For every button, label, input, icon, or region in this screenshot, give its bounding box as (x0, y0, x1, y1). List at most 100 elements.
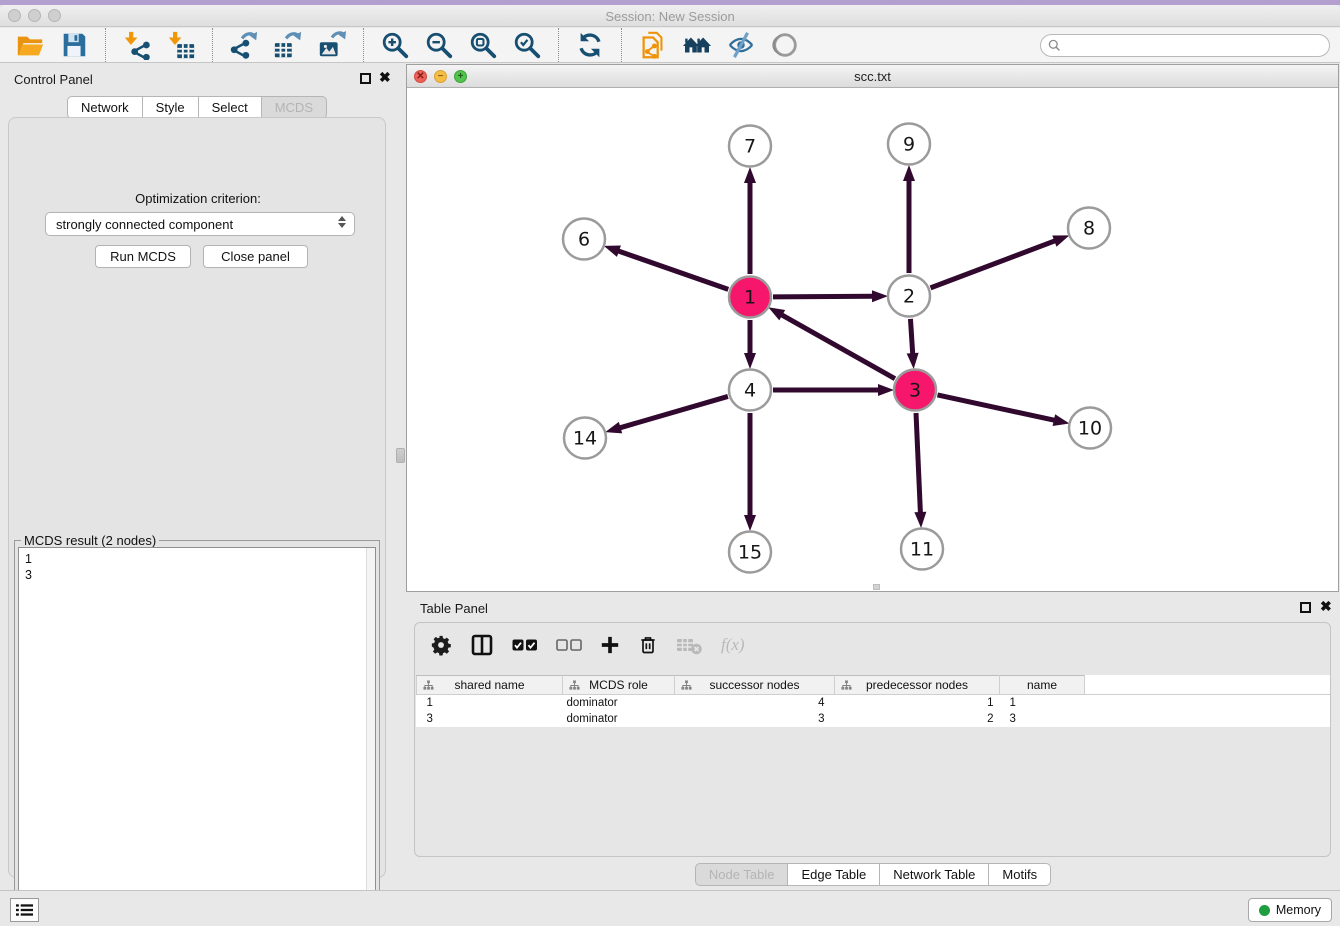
graph-node-6[interactable]: 6 (563, 219, 605, 260)
network-file-icon[interactable] (638, 30, 668, 60)
splitter-grip[interactable] (396, 448, 405, 463)
graph-edge-3-11[interactable] (916, 413, 920, 513)
svg-text:6: 6 (578, 229, 590, 251)
graph-node-10[interactable]: 10 (1069, 408, 1111, 449)
toolbar-separator (105, 28, 106, 62)
graph-node-14[interactable]: 14 (564, 418, 606, 459)
graph-node-11[interactable]: 11 (901, 529, 943, 570)
run-mcds-button[interactable]: Run MCDS (95, 245, 191, 268)
gear-icon[interactable] (430, 634, 452, 656)
svg-text:4: 4 (744, 380, 756, 402)
status-bar: Memory (0, 890, 1340, 926)
graph-edge-2-3[interactable] (910, 319, 912, 354)
close-panel-icon[interactable]: ✖ (379, 70, 391, 84)
graph-edge-1-6[interactable] (618, 251, 728, 290)
table-panel: Table Panel ✖ f(x) shared name MCDS role… (406, 597, 1340, 890)
open-folder-icon[interactable] (15, 30, 45, 60)
deselect-all-icon[interactable] (556, 638, 582, 652)
zoom-in-icon[interactable] (380, 30, 410, 60)
table-row[interactable]: 1 dominator 4 1 1 (417, 695, 1331, 711)
function-builder-icon: f(x) (721, 635, 745, 655)
list-icon (16, 903, 33, 917)
network-window: ✕ − + scc.txt 7 9 6 8 1 2 4 3 14 10 15 11 (406, 64, 1339, 592)
task-history-button[interactable] (10, 898, 39, 922)
window-title: Session: New Session (0, 9, 1340, 24)
mcds-result-text[interactable]: 1 3 (18, 547, 376, 916)
close-panel-icon[interactable]: ✖ (1320, 599, 1332, 613)
network-canvas[interactable]: 7 9 6 8 1 2 4 3 14 10 15 11 (407, 88, 1338, 591)
graph-node-8[interactable]: 8 (1068, 208, 1110, 249)
tab-network[interactable]: Network (67, 96, 143, 119)
canvas-resize-handle[interactable] (873, 584, 880, 590)
search-field[interactable] (1040, 34, 1330, 57)
chevron-up-down-icon (338, 216, 346, 228)
save-icon[interactable] (59, 30, 89, 60)
memory-status-icon (1259, 905, 1270, 916)
svg-text:15: 15 (738, 542, 762, 564)
svg-text:8: 8 (1083, 218, 1095, 240)
table-toolbar: f(x) (421, 629, 745, 661)
toolbar-separator (363, 28, 364, 62)
column-type-icon (423, 680, 434, 694)
tab-select[interactable]: Select (199, 96, 262, 119)
search-icon (1048, 39, 1061, 52)
graph-node-15[interactable]: 15 (729, 532, 771, 573)
network-graph[interactable]: 7 9 6 8 1 2 4 3 14 10 15 11 (407, 88, 1338, 591)
graph-edge-2-8[interactable] (931, 241, 1056, 288)
export-network-icon[interactable] (229, 30, 259, 60)
import-table-icon[interactable] (166, 30, 196, 60)
add-column-icon[interactable] (600, 635, 620, 655)
graph-node-4[interactable]: 4 (729, 370, 771, 411)
hide-graphics-icon[interactable] (726, 30, 756, 60)
tab-edge-table[interactable]: Edge Table (788, 863, 880, 886)
graph-edge-4-14[interactable] (620, 396, 728, 428)
graph-edge-3-1[interactable] (781, 315, 895, 379)
svg-text:10: 10 (1078, 418, 1102, 440)
svg-text:1: 1 (744, 287, 756, 309)
column-header[interactable]: shared name (417, 676, 563, 695)
tab-node-table[interactable]: Node Table (695, 863, 789, 886)
graph-node-3[interactable]: 3 (894, 370, 936, 411)
result-scrollbar[interactable] (366, 548, 375, 915)
graph-node-9[interactable]: 9 (888, 124, 930, 165)
select-all-icon[interactable] (512, 638, 538, 652)
search-input[interactable] (1065, 39, 1329, 53)
split-view-icon[interactable] (470, 633, 494, 657)
table-tabs: Node Table Edge Table Network Table Moti… (406, 863, 1340, 886)
result-item: 3 (25, 567, 375, 583)
refresh-layout-icon[interactable] (575, 30, 605, 60)
import-network-icon[interactable] (122, 30, 152, 60)
zoom-fit-icon[interactable] (468, 30, 498, 60)
memory-button[interactable]: Memory (1248, 898, 1332, 922)
close-panel-button[interactable]: Close panel (203, 245, 308, 268)
graph-edge-1-2[interactable] (773, 296, 873, 297)
export-table-icon[interactable] (273, 30, 303, 60)
tab-network-table[interactable]: Network Table (880, 863, 989, 886)
graph-node-2[interactable]: 2 (888, 276, 930, 317)
tab-mcds[interactable]: MCDS (262, 96, 327, 119)
graph-edge-3-10[interactable] (937, 395, 1054, 420)
houses-icon[interactable] (682, 30, 712, 60)
zoom-selected-icon[interactable] (512, 30, 542, 60)
toolbar-separator (621, 28, 622, 62)
network-window-titlebar[interactable]: ✕ − + scc.txt (407, 65, 1338, 88)
zoom-out-icon[interactable] (424, 30, 454, 60)
level-of-detail-icon[interactable] (770, 30, 800, 60)
column-header[interactable]: name (1000, 676, 1085, 695)
node-table[interactable]: shared name MCDS role successor nodes pr… (416, 675, 1331, 727)
tab-style[interactable]: Style (143, 96, 199, 119)
float-panel-icon[interactable] (1300, 602, 1311, 613)
graph-node-1[interactable]: 1 (729, 277, 771, 318)
graph-node-7[interactable]: 7 (729, 126, 771, 167)
export-image-icon[interactable] (317, 30, 347, 60)
delete-column-icon[interactable] (638, 634, 658, 656)
column-header[interactable]: predecessor nodes (835, 676, 1000, 695)
column-header[interactable]: successor nodes (675, 676, 835, 695)
control-panel-tabs: Network Style Select MCDS (0, 96, 394, 119)
column-header[interactable]: MCDS role (563, 676, 675, 695)
criterion-select[interactable]: strongly connected component (45, 212, 355, 236)
table-row[interactable]: 3 dominator 3 2 3 (417, 711, 1331, 727)
float-panel-icon[interactable] (360, 73, 371, 84)
tab-motifs[interactable]: Motifs (989, 863, 1051, 886)
svg-text:9: 9 (903, 134, 915, 156)
